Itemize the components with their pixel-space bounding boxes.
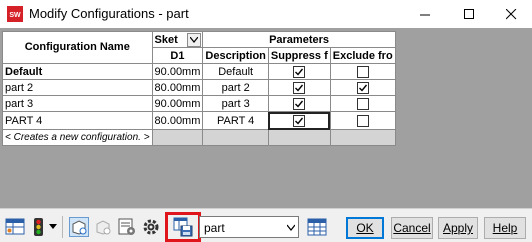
header-configuration-name[interactable]: Configuration Name — [2, 31, 153, 64]
checkmark-icon — [295, 84, 304, 92]
toolbar-separator — [62, 216, 63, 238]
exclude-cell[interactable] — [329, 111, 396, 130]
title-bar: SW Modify Configurations - part — [0, 0, 532, 28]
table-view-combo-value: part — [204, 221, 225, 235]
traffic-light-icon[interactable] — [29, 217, 49, 237]
minimize-button[interactable] — [403, 0, 447, 28]
exclude-checkbox[interactable] — [356, 81, 369, 94]
description-cell[interactable]: PART 4 — [202, 111, 269, 130]
close-icon — [505, 8, 516, 19]
header-parameters-group[interactable]: Parameters — [202, 31, 396, 48]
empty-cell — [202, 129, 269, 146]
sheet-settings-icon[interactable] — [117, 217, 137, 237]
svg-text:SW: SW — [9, 12, 21, 19]
new-configuration-cell[interactable]: < Creates a new configuration. > — [2, 129, 153, 146]
suppress-checkbox[interactable] — [293, 65, 306, 78]
apply-button[interactable]: Apply — [438, 217, 478, 239]
checkmark-icon — [295, 68, 304, 76]
maximize-button[interactable] — [447, 0, 491, 28]
gear-icon[interactable] — [141, 217, 161, 237]
exclude-checkbox[interactable] — [356, 114, 369, 127]
chevron-down-icon — [190, 37, 199, 43]
suppress-cell[interactable] — [267, 63, 331, 80]
header-sketch-group[interactable]: Sket — [151, 31, 204, 48]
save-table-view-icon[interactable] — [173, 217, 193, 237]
exclude-checkbox[interactable] — [356, 97, 369, 110]
maximize-icon — [463, 8, 474, 19]
header-suppress[interactable]: Suppress f — [267, 47, 331, 64]
cancel-button[interactable]: Cancel — [391, 217, 433, 239]
suppress-checkbox[interactable] — [293, 114, 306, 127]
table-row: Default 90.00mm Default — [2, 63, 396, 80]
configuration-table-icon[interactable] — [5, 217, 25, 237]
chevron-down-icon — [287, 224, 295, 231]
config-name-cell[interactable]: part 3 — [2, 95, 153, 112]
suppress-cell-selected[interactable] — [267, 111, 331, 130]
empty-cell — [151, 129, 204, 146]
checkmark-icon — [295, 117, 304, 125]
table-row: part 2 80.00mm part 2 — [2, 79, 396, 96]
empty-cell — [329, 129, 396, 146]
help-button[interactable]: Help — [484, 217, 526, 239]
exclude-cell[interactable] — [329, 79, 396, 96]
new-configuration-row: < Creates a new configuration. > — [2, 129, 396, 146]
d1-cell[interactable]: 90.00mm — [151, 95, 204, 112]
ok-button[interactable]: OK — [346, 217, 384, 239]
description-cell[interactable]: part 3 — [202, 95, 269, 112]
description-cell[interactable]: part 2 — [202, 79, 269, 96]
link-disabled-icon[interactable] — [93, 217, 113, 237]
suppress-cell[interactable] — [267, 79, 331, 96]
table-row: PART 4 80.00mm PART 4 — [2, 111, 396, 130]
table-view-combo[interactable]: part — [199, 216, 299, 238]
empty-cell — [267, 129, 331, 146]
config-name-cell[interactable]: part 2 — [2, 79, 153, 96]
window-title: Modify Configurations - part — [29, 6, 189, 21]
config-name-cell[interactable]: PART 4 — [2, 111, 153, 130]
close-button[interactable] — [489, 0, 532, 28]
table-row: part 3 90.00mm part 3 — [2, 95, 396, 112]
minimize-icon — [419, 14, 430, 15]
checkmark-icon — [358, 84, 367, 92]
exclude-cell[interactable] — [329, 63, 396, 80]
checkmark-icon — [295, 100, 304, 108]
table-columns-icon[interactable] — [307, 217, 327, 237]
header-d1[interactable]: D1 — [151, 47, 204, 64]
part-link-icon[interactable] — [69, 217, 89, 237]
d1-cell[interactable]: 80.00mm — [151, 111, 204, 130]
suppress-checkbox[interactable] — [293, 97, 306, 110]
suppress-cell[interactable] — [267, 95, 331, 112]
exclude-checkbox[interactable] — [356, 65, 369, 78]
bottom-toolbar: part OK Cancel Apply Help — [0, 208, 532, 242]
d1-cell[interactable]: 90.00mm — [151, 63, 204, 80]
description-cell[interactable]: Default — [202, 63, 269, 80]
d1-cell[interactable]: 80.00mm — [151, 79, 204, 96]
chevron-down-icon[interactable] — [48, 217, 58, 237]
configuration-table: Configuration Name Sket Parameters D1 De… — [2, 31, 396, 146]
suppress-checkbox[interactable] — [293, 81, 306, 94]
exclude-cell[interactable] — [329, 95, 396, 112]
configuration-grid-area: Configuration Name Sket Parameters D1 De… — [0, 28, 532, 208]
header-exclude[interactable]: Exclude fro — [329, 47, 396, 64]
solidworks-app-icon: SW — [7, 6, 23, 22]
header-description[interactable]: Description — [202, 47, 269, 64]
config-name-cell[interactable]: Default — [2, 63, 153, 80]
sketch-dropdown-button[interactable] — [187, 33, 202, 47]
